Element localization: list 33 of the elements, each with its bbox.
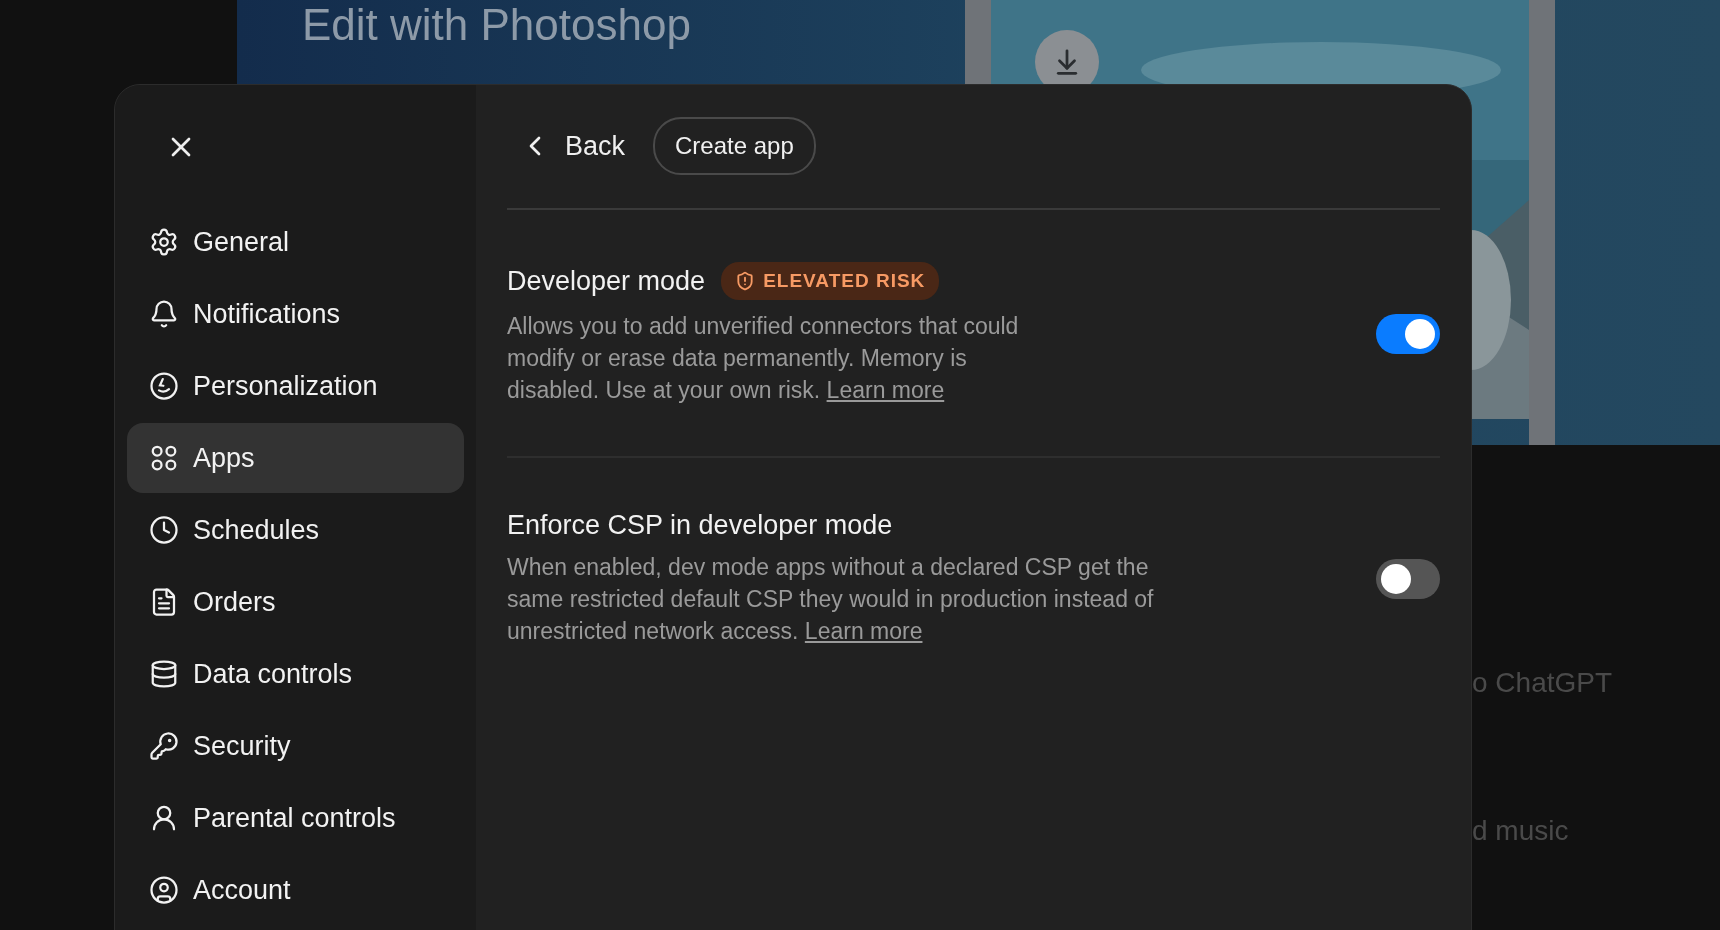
background-text: o ChatGPT [1472, 667, 1614, 699]
setting-title: Developer mode [507, 265, 706, 297]
background-text: d music [1472, 815, 1570, 847]
toggle-switch[interactable] [1376, 314, 1440, 354]
key-icon [149, 731, 179, 761]
gear-icon [149, 227, 179, 257]
four-circles-icon [149, 443, 179, 473]
sidebar-item[interactable]: Orders [127, 567, 464, 637]
sidebar-item[interactable]: Security [127, 711, 464, 781]
banner-title: Edit with Photoshop [302, 0, 692, 50]
sidebar-item[interactable]: Parental controls [127, 783, 464, 853]
user-circle-icon [149, 875, 179, 905]
setting-description: Allows you to add unverified connectors that could modify or erase data permanently. Memory is disabled. Use at your own risk. Learn more [507, 312, 1020, 405]
smile-icon [149, 371, 179, 401]
learn-more-link[interactable]: Learn more [804, 618, 923, 644]
sidebar-item[interactable]: Personalization [127, 351, 464, 421]
sidebar-item[interactable]: General [127, 207, 464, 277]
sidebar-item[interactable]: Apps [127, 423, 464, 493]
learn-more-link[interactable]: Learn more [826, 377, 945, 403]
sidebar-item[interactable]: Schedules [127, 495, 464, 565]
bell-icon [149, 299, 179, 329]
sidebar-item[interactable]: Account [127, 855, 464, 925]
setting-description: When enabled, dev mode apps without a declared CSP get the same restricted default CSP they would in production instead of unrestricted network access. Learn more [507, 553, 1155, 646]
back-button[interactable]: Back [507, 130, 626, 162]
toggle-switch[interactable] [1376, 558, 1440, 599]
database-icon [149, 659, 179, 689]
setting-title: Enforce CSP in developer mode [507, 510, 893, 541]
create-app-button[interactable]: Create app [653, 117, 816, 175]
shield-alert-icon [735, 271, 756, 291]
risk-badge: ELEVATED RISK [721, 262, 940, 300]
clock-icon [149, 515, 179, 545]
sidebar-item[interactable]: Notifications [127, 279, 464, 349]
sidebar-item[interactable]: Data controls [127, 639, 464, 709]
